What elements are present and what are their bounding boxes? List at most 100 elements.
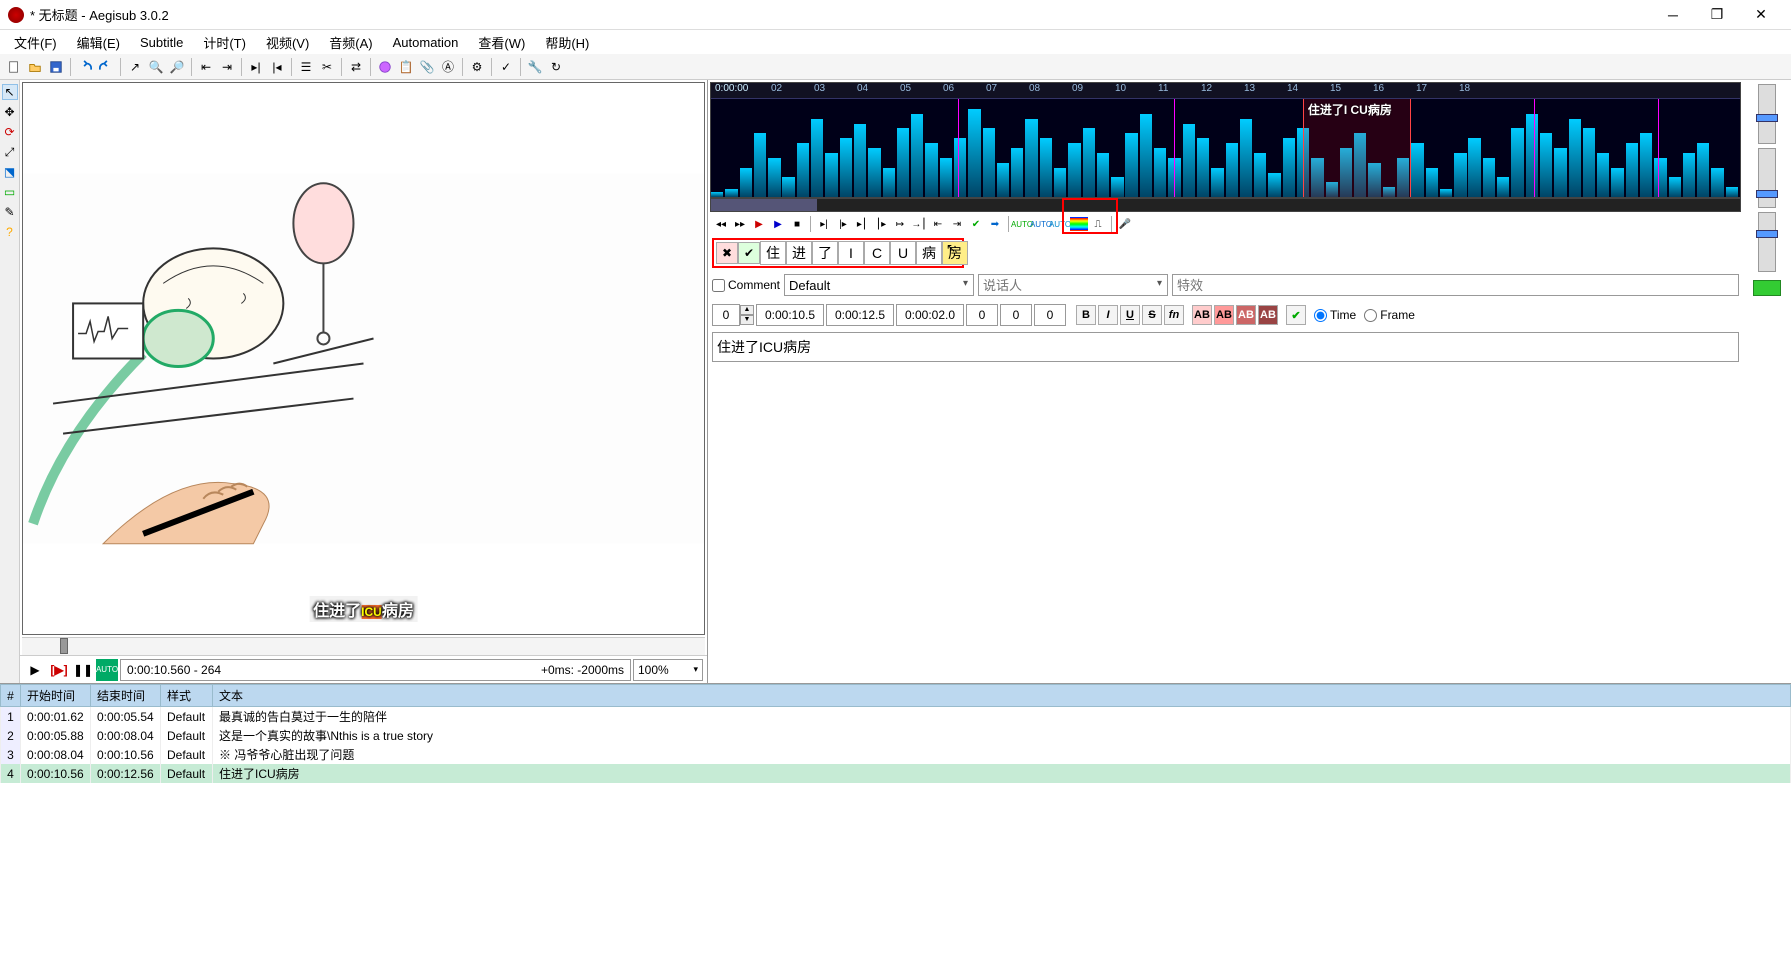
open-icon[interactable] xyxy=(25,57,45,77)
commit-text-button[interactable]: ✔ xyxy=(1286,305,1306,325)
col-start[interactable]: 开始时间 xyxy=(21,685,91,707)
start-time-field[interactable] xyxy=(756,304,824,326)
karaoke-icon[interactable]: 🎤 xyxy=(1116,215,1134,233)
menu-view[interactable]: 查看(W) xyxy=(468,30,535,55)
karaoke-cancel-button[interactable]: ✖ xyxy=(716,242,738,264)
snap-start-icon[interactable]: ▸| xyxy=(246,57,266,77)
subtitle-text-editor[interactable]: 住进了ICU病房 xyxy=(712,332,1739,362)
leadout-icon[interactable]: ⇥ xyxy=(948,215,966,233)
duration-field[interactable] xyxy=(896,304,964,326)
tool-pointer-icon[interactable]: ↖ xyxy=(2,84,18,100)
play-sel-icon[interactable]: ▶ xyxy=(750,215,768,233)
video-seek-bar[interactable] xyxy=(22,637,705,655)
pause-button[interactable]: ❚❚ xyxy=(72,659,94,681)
video-zoom-dropdown[interactable]: 100%▾ xyxy=(633,659,703,681)
effect-field[interactable] xyxy=(1172,274,1739,296)
audio-vzoom-slider[interactable] xyxy=(1758,148,1776,208)
medusa-icon[interactable]: ⎍ xyxy=(1089,215,1107,233)
play-line-icon[interactable]: ▶ xyxy=(769,215,787,233)
play-to-end-icon[interactable]: →⎮ xyxy=(910,215,928,233)
karaoke-syllable[interactable]: U xyxy=(890,241,916,265)
audio-volume-slider[interactable] xyxy=(1758,212,1776,272)
attachments-icon[interactable]: 📎 xyxy=(417,57,437,77)
play-line-button[interactable]: [▶] xyxy=(48,659,70,681)
actor-field[interactable] xyxy=(978,274,1168,296)
audio-hscroll[interactable] xyxy=(710,198,1741,212)
new-icon[interactable] xyxy=(4,57,24,77)
undo-icon[interactable] xyxy=(75,57,95,77)
tool-rotate-xy-icon[interactable]: ⬔ xyxy=(2,164,18,180)
margin-right-field[interactable] xyxy=(1000,304,1032,326)
tool-scale-icon[interactable]: ⤢ xyxy=(2,144,18,160)
spellcheck-icon[interactable]: ✓ xyxy=(496,57,516,77)
color2-button[interactable]: AB xyxy=(1214,305,1234,325)
karaoke-accept-button[interactable]: ✔ xyxy=(738,242,760,264)
jump-start-icon[interactable]: ⇤ xyxy=(196,57,216,77)
karaoke-syllable[interactable]: C xyxy=(864,241,890,265)
zoomin-icon[interactable]: 🔍 xyxy=(146,57,166,77)
next-line-icon[interactable]: ▸▸ xyxy=(731,215,749,233)
go-icon[interactable]: ➡ xyxy=(986,215,1004,233)
commit-icon[interactable]: ✔ xyxy=(967,215,985,233)
col-text[interactable]: 文本 xyxy=(213,685,1791,707)
karaoke-syllable[interactable]: 病 xyxy=(916,241,942,265)
play-after-start-icon[interactable]: |▸ xyxy=(834,215,852,233)
stop-icon[interactable]: ■ xyxy=(788,215,806,233)
save-icon[interactable] xyxy=(46,57,66,77)
link-sliders-button[interactable] xyxy=(1753,280,1781,296)
italic-button[interactable]: I xyxy=(1098,305,1118,325)
maximize-button[interactable]: ❐ xyxy=(1695,1,1739,29)
video-position-field[interactable]: 0:00:10.560 - 264 +0ms: -2000ms xyxy=(120,659,631,681)
select-visible-icon[interactable]: ☰ xyxy=(296,57,316,77)
style-dropdown[interactable] xyxy=(784,274,974,296)
karaoke-syllable[interactable]: I xyxy=(838,241,864,265)
redo-icon[interactable] xyxy=(96,57,116,77)
close-button[interactable]: ✕ xyxy=(1739,1,1783,29)
table-row[interactable]: 4 0:00:10.56 0:00:12.56 Default 住进了ICU病房 xyxy=(1,764,1791,783)
tool-clip-icon[interactable]: ▭ xyxy=(2,184,18,200)
minimize-button[interactable]: ─ xyxy=(1651,1,1695,29)
auto-next-icon[interactable]: AUTO xyxy=(1032,215,1050,233)
play-after-end-icon[interactable]: ⎮▸ xyxy=(872,215,890,233)
prev-line-icon[interactable]: ◂◂ xyxy=(712,215,730,233)
bold-button[interactable]: B xyxy=(1076,305,1096,325)
leadin-icon[interactable]: ⇤ xyxy=(929,215,947,233)
table-row[interactable]: 2 0:00:05.88 0:00:08.04 Default 这是一个真实的故… xyxy=(1,726,1791,745)
layer-spinner[interactable]: ▲▼ xyxy=(712,304,754,326)
comment-checkbox[interactable]: Comment xyxy=(712,278,780,292)
col-style[interactable]: 样式 xyxy=(161,685,213,707)
underline-button[interactable]: U xyxy=(1120,305,1140,325)
tool-vector-clip-icon[interactable]: ✎ xyxy=(2,204,18,220)
style-mgr-icon[interactable] xyxy=(375,57,395,77)
col-end[interactable]: 结束时间 xyxy=(91,685,161,707)
col-num[interactable]: # xyxy=(1,685,21,707)
fonts-icon[interactable]: Ⓐ xyxy=(438,57,458,77)
menu-subtitle[interactable]: Subtitle xyxy=(130,32,193,53)
cycle-icon[interactable]: ↻ xyxy=(546,57,566,77)
menu-automation[interactable]: Automation xyxy=(383,32,469,53)
menu-help[interactable]: 帮助(H) xyxy=(535,30,599,55)
play-button[interactable]: ▶ xyxy=(24,659,46,681)
jump-icon[interactable]: ↗ xyxy=(125,57,145,77)
frame-mode-radio[interactable]: Frame xyxy=(1364,308,1415,322)
audio-hzoom-slider[interactable] xyxy=(1758,84,1776,144)
shift-times-icon[interactable]: ⇄ xyxy=(346,57,366,77)
margin-left-field[interactable] xyxy=(966,304,998,326)
menu-video[interactable]: 视频(V) xyxy=(256,30,319,55)
karaoke-syllable[interactable]: 进 xyxy=(786,241,812,265)
spectrum-icon[interactable] xyxy=(1070,217,1088,231)
karaoke-syllable[interactable]: 了 xyxy=(812,241,838,265)
table-row[interactable]: 1 0:00:01.62 0:00:05.54 Default 最真诚的告白莫过… xyxy=(1,707,1791,727)
tool-help-icon[interactable]: ? xyxy=(2,224,18,240)
auto-scroll-icon[interactable]: AUTO xyxy=(1051,215,1069,233)
video-display[interactable]: 住进了ICU病房 xyxy=(22,82,705,635)
end-time-field[interactable] xyxy=(826,304,894,326)
menu-file[interactable]: 文件(F) xyxy=(4,30,67,55)
settings-icon[interactable]: 🔧 xyxy=(525,57,545,77)
menu-audio[interactable]: 音频(A) xyxy=(319,30,382,55)
snap-end-icon[interactable]: |◂ xyxy=(267,57,287,77)
snap-scene-icon[interactable]: ✂ xyxy=(317,57,337,77)
automation-icon[interactable]: ⚙ xyxy=(467,57,487,77)
time-mode-radio[interactable]: Time xyxy=(1314,308,1356,322)
font-button[interactable]: fn xyxy=(1164,305,1184,325)
